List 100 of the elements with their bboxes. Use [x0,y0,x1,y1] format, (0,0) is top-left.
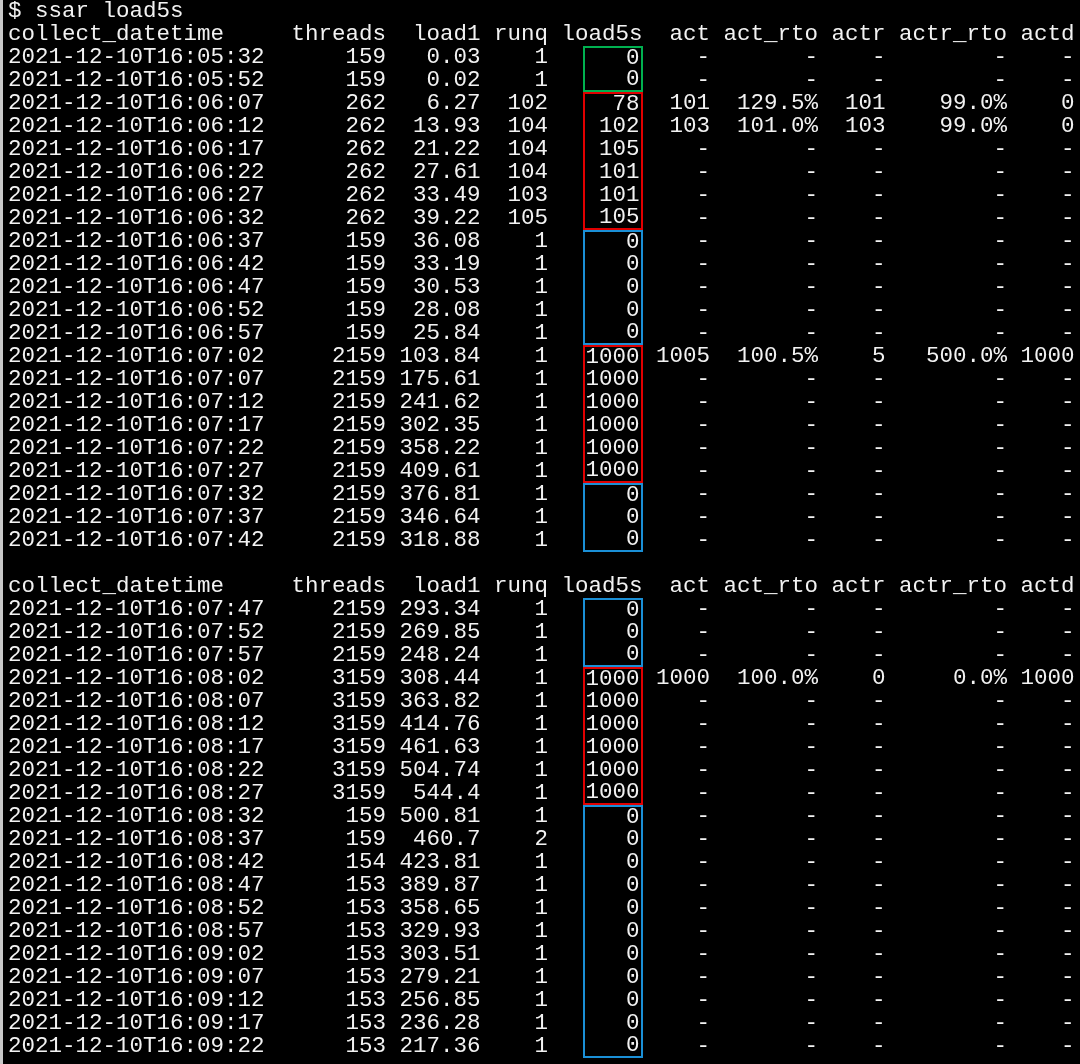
table-cell: 329.93 [399,920,481,943]
table-cell: 2021-12-10T16:09:02 [8,943,265,966]
table-cell: 2021-12-10T16:08:52 [8,897,265,920]
table-cell: - [804,460,819,483]
table-cell: 262 [345,138,387,161]
table-cell: 2021-12-10T16:07:17 [8,414,265,437]
table-cell: - [696,713,711,736]
table-cell: - [872,713,886,736]
table-cell: 39.22 [413,207,481,230]
table-cell: - [993,391,1008,414]
table-cell: - [1061,598,1075,621]
table-cell: 0.02 [426,69,481,92]
table-cell: - [696,483,711,506]
table-cell: - [872,851,886,874]
table-cell: 1 [534,759,549,782]
table-cell: - [804,506,819,529]
table-cell: 159 [345,46,387,69]
table-cell: - [872,828,886,851]
table-cell: - [804,1012,819,1035]
column-header: actr [830,23,886,46]
table-cell: - [872,874,886,897]
table-cell: 27.61 [413,161,481,184]
table-cell: - [1061,368,1075,391]
table-cell: - [1061,759,1075,782]
table-cell: - [696,368,711,391]
table-cell: - [1061,621,1075,644]
table-cell: 500.81 [399,805,481,828]
table-cell: 28.08 [413,299,481,322]
table-cell: - [872,184,886,207]
table-cell: - [993,874,1008,897]
table-cell: 2021-12-10T16:06:22 [8,161,265,184]
table-cell: 0 [872,667,886,690]
table-cell: 3159 [332,782,387,805]
highlighted-cell: 0 [583,828,643,851]
table-cell: 2021-12-10T16:08:07 [8,690,265,713]
column-header: act_rto [722,575,819,598]
table-cell: 159 [345,299,387,322]
table-cell: 2021-12-10T16:07:42 [8,529,265,552]
table-cell: 153 [345,966,387,989]
table-cell: 1 [534,667,549,690]
table-cell: - [804,253,819,276]
column-header: actr_rto [898,575,1008,598]
column-header: load1 [412,23,481,46]
table-cell: - [804,621,819,644]
table-cell: 0 [1061,92,1075,115]
table-cell: - [1061,897,1075,920]
table-cell: 99.0% [939,92,1008,115]
table-cell: - [993,713,1008,736]
table-cell: - [804,920,819,943]
table-cell: - [993,851,1008,874]
table-cell: - [1061,161,1075,184]
table-cell: 1 [534,713,549,736]
table-cell: - [804,276,819,299]
table-cell: 175.61 [399,368,481,391]
column-header: collect_datetime [8,575,226,598]
highlighted-cell: 78 [583,92,643,115]
table-cell: 2021-12-10T16:06:17 [8,138,265,161]
table-cell: - [872,529,886,552]
table-cell: 1 [534,989,549,1012]
table-cell: 2021-12-10T16:06:12 [8,115,265,138]
table-cell: - [696,437,711,460]
table-cell: 2159 [332,529,387,552]
highlighted-cell: 0 [583,897,643,920]
table-cell: 2159 [332,644,387,667]
table-cell: 2159 [332,506,387,529]
table-cell: - [696,161,711,184]
table-cell: - [993,828,1008,851]
table-cell: 1 [534,437,549,460]
table-cell: 2021-12-10T16:07:12 [8,391,265,414]
highlighted-cell: 1000 [583,414,643,437]
table-cell: - [804,184,819,207]
table-cell: - [872,483,886,506]
table-cell: - [696,322,711,345]
table-cell: 1 [534,483,549,506]
table-cell: - [993,690,1008,713]
table-cell: 460.7 [413,828,481,851]
table-cell: 0.03 [426,46,481,69]
highlighted-cell: 101 [583,184,643,207]
table-cell: - [804,782,819,805]
highlighted-cell: 1000 [583,391,643,414]
highlighted-cell: 0 [583,920,643,943]
column-header: act [668,23,711,46]
table-cell: - [1061,46,1075,69]
table-cell: - [696,207,711,230]
table-cell: 159 [345,253,387,276]
table-cell: - [993,161,1008,184]
table-cell: 101 [669,92,711,115]
table-cell: 103 [507,184,549,207]
table-cell: 25.84 [413,322,481,345]
table-cell: 101 [845,92,886,115]
table-cell: - [1061,460,1075,483]
table-cell: - [872,138,886,161]
column-header: actd [1019,23,1075,46]
table-cell: - [696,414,711,437]
table-cell: - [872,299,886,322]
table-cell: 2021-12-10T16:07:22 [8,437,265,460]
highlighted-cell: 0 [583,621,643,644]
table-cell: - [1061,989,1075,1012]
table-cell: - [1061,299,1075,322]
highlighted-cell: 102 [583,115,643,138]
